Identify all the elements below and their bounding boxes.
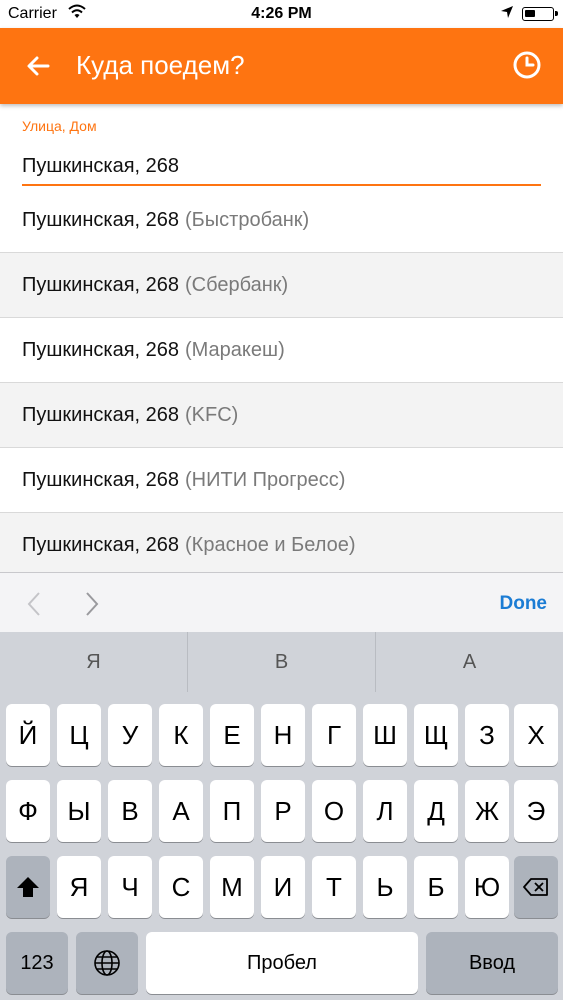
key[interactable]: Ж	[465, 780, 509, 842]
page-title: Куда поедем?	[76, 50, 245, 80]
key[interactable]: К	[159, 704, 203, 766]
globe-icon	[94, 950, 120, 976]
suggestion-place: (KFC)	[185, 403, 239, 426]
list-item[interactable]: Пушкинская, 268 (Маракеш)	[0, 318, 563, 383]
suggestion-place: (НИТИ Прогресс)	[185, 468, 346, 491]
key[interactable]: Е	[210, 704, 254, 766]
list-item[interactable]: Пушкинская, 268 (Сбербанк)	[0, 253, 563, 318]
key[interactable]: Ш	[363, 704, 407, 766]
app-bar: Куда поедем?	[0, 28, 563, 104]
key[interactable]: У	[108, 704, 152, 766]
key[interactable]: Ц	[57, 704, 101, 766]
prediction-2[interactable]: В	[188, 632, 375, 692]
key[interactable]: Э	[514, 780, 558, 842]
globe-key[interactable]	[76, 932, 138, 994]
list-item[interactable]: Пушкинская, 268 (НИТИ Прогресс)	[0, 448, 563, 513]
done-button[interactable]: Done	[500, 593, 548, 615]
suggestion-place: (Маракеш)	[185, 338, 285, 361]
key[interactable]: И	[261, 856, 305, 918]
suggestion-place: (Сбербанк)	[185, 273, 289, 296]
key[interactable]: П	[210, 780, 254, 842]
backspace-key[interactable]	[514, 856, 558, 918]
keyboard-accessory-bar: Done	[0, 572, 563, 632]
key[interactable]: Ы	[57, 780, 101, 842]
prediction-1[interactable]: Я	[0, 632, 187, 692]
key[interactable]: Ф	[6, 780, 50, 842]
key[interactable]: Я	[57, 856, 101, 918]
suggestion-street: Пушкинская, 268	[22, 468, 180, 491]
chevron-left-icon[interactable]	[24, 591, 44, 617]
shift-arrow-icon	[17, 877, 39, 897]
key[interactable]: О	[312, 780, 356, 842]
key[interactable]: Б	[414, 856, 458, 918]
key[interactable]: Г	[312, 704, 356, 766]
space-key[interactable]: Пробел	[146, 932, 418, 994]
suggestion-street: Пушкинская, 268	[22, 273, 180, 296]
predictive-bar: Я В А	[0, 632, 563, 692]
location-arrow-icon	[501, 6, 513, 18]
list-item[interactable]: Пушкинская, 268 (Быстробанк)	[0, 188, 563, 253]
suggestion-street: Пушкинская, 268	[22, 403, 180, 426]
key[interactable]: Ч	[108, 856, 152, 918]
key[interactable]: Ю	[465, 856, 509, 918]
suggestion-street: Пушкинская, 268	[22, 338, 180, 361]
key[interactable]: Л	[363, 780, 407, 842]
clock-time: 4:26 PM	[251, 5, 312, 22]
chevron-right-icon[interactable]	[82, 591, 102, 617]
suggestion-place: (Красное и Белое)	[185, 533, 356, 556]
address-field-label: Улица, Дом	[22, 118, 97, 134]
suggestions-list: Пушкинская, 268 (Быстробанк) Пушкинская,…	[0, 188, 563, 572]
key[interactable]: Р	[261, 780, 305, 842]
key[interactable]: Х	[514, 704, 558, 766]
suggestion-street: Пушкинская, 268	[22, 533, 180, 556]
clock-icon[interactable]	[512, 50, 542, 80]
key[interactable]: З	[465, 704, 509, 766]
key[interactable]: Й	[6, 704, 50, 766]
key[interactable]: А	[159, 780, 203, 842]
address-input[interactable]	[22, 148, 541, 186]
shift-key[interactable]	[6, 856, 50, 918]
key[interactable]: В	[108, 780, 152, 842]
backspace-icon	[523, 878, 548, 896]
prediction-3[interactable]: А	[376, 632, 563, 692]
key[interactable]: М	[210, 856, 254, 918]
key[interactable]: Щ	[414, 704, 458, 766]
return-key[interactable]: Ввод	[426, 932, 558, 994]
key[interactable]: Т	[312, 856, 356, 918]
list-item[interactable]: Пушкинская, 268 (Красное и Белое)	[0, 513, 563, 572]
list-item[interactable]: Пушкинская, 268 (KFC)	[0, 383, 563, 448]
key[interactable]: Ь	[363, 856, 407, 918]
suggestion-street: Пушкинская, 268	[22, 208, 180, 231]
back-arrow-icon[interactable]	[22, 50, 54, 82]
numbers-key[interactable]: 123	[6, 932, 68, 994]
key[interactable]: Д	[414, 780, 458, 842]
keyboard: Я В А Й Ц У К Е Н Г Ш Щ З Х Ф Ы В А П Р …	[0, 632, 563, 1000]
key[interactable]: С	[159, 856, 203, 918]
battery-icon	[522, 7, 558, 21]
status-bar: Carrier 4:26 PM	[0, 0, 563, 28]
key[interactable]: Н	[261, 704, 305, 766]
suggestion-place: (Быстробанк)	[185, 208, 310, 231]
